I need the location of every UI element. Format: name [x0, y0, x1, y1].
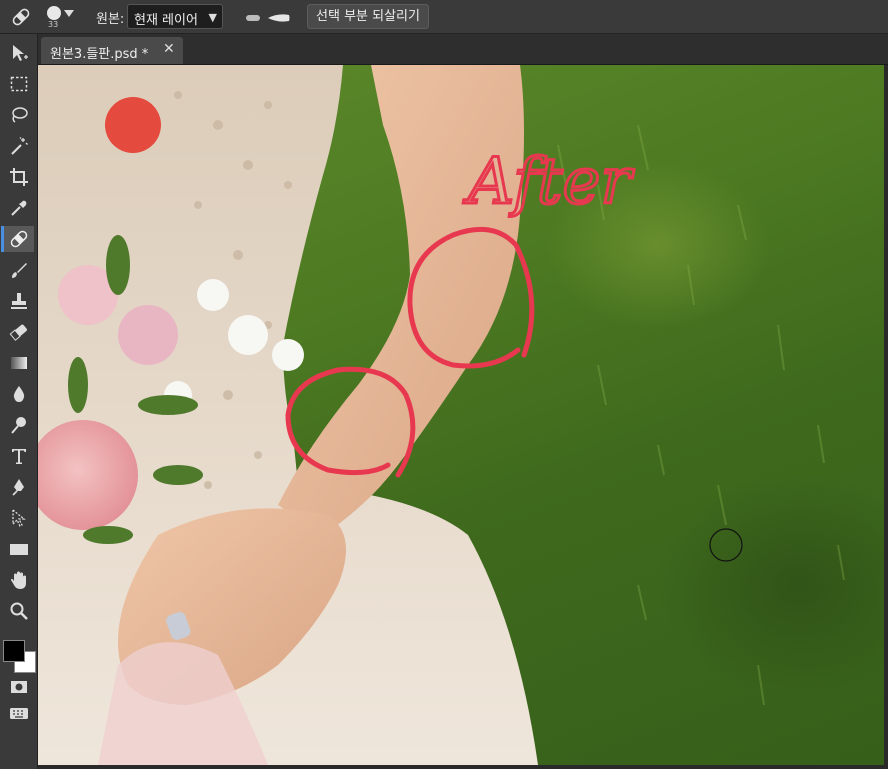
- rectangle-icon[interactable]: [4, 536, 34, 562]
- quick-mask-icon[interactable]: [4, 674, 34, 700]
- magic-wand-icon[interactable]: [4, 133, 34, 159]
- options-bar: 33 원본: 현재 레이어 ▼ 선택 부분 되살리기: [0, 0, 888, 34]
- dodge-icon[interactable]: [4, 412, 34, 438]
- tools-panel: [0, 34, 38, 769]
- keyboard-icon[interactable]: [4, 700, 34, 726]
- gradient-icon[interactable]: [4, 350, 34, 376]
- spot-healing-brush-icon[interactable]: [10, 6, 32, 28]
- lasso-icon[interactable]: [4, 102, 34, 128]
- move-icon[interactable]: [4, 40, 34, 66]
- source-select[interactable]: 현재 레이어 ▼: [127, 4, 223, 29]
- stamp-icon[interactable]: [4, 288, 34, 314]
- chevron-down-icon: [64, 10, 74, 17]
- restore-selection-button[interactable]: 선택 부분 되살리기: [307, 4, 429, 29]
- photo-artwork: After: [38, 65, 845, 765]
- document-canvas[interactable]: After: [38, 65, 884, 765]
- annotation-after-text: After: [463, 145, 634, 219]
- document-tabbar: 원본3.들판.psd * ✕: [38, 34, 888, 65]
- brush-size-value: 33: [48, 20, 59, 29]
- brush-preset-picker[interactable]: 33: [44, 4, 78, 30]
- brush-tip-icon: [47, 6, 61, 20]
- eraser-icon[interactable]: [4, 319, 34, 345]
- type-icon[interactable]: [4, 443, 34, 469]
- eyedropper-icon[interactable]: [4, 195, 34, 221]
- soft-brush-icon: [246, 15, 260, 21]
- close-icon[interactable]: ✕: [163, 41, 175, 57]
- bandage-icon[interactable]: [1, 226, 34, 252]
- hand-icon[interactable]: [4, 567, 34, 593]
- source-label: 원본:: [96, 12, 125, 27]
- chevron-down-icon: ▼: [208, 11, 217, 24]
- sample-mode-icons[interactable]: [242, 10, 292, 24]
- tab-document[interactable]: 원본3.들판.psd * ✕: [41, 37, 183, 64]
- source-select-value: 현재 레이어: [134, 13, 198, 28]
- crop-icon[interactable]: [4, 164, 34, 190]
- scrollbar-right[interactable]: [884, 65, 888, 765]
- brush-icon[interactable]: [4, 257, 34, 283]
- tab-document-title: 원본3.들판.psd *: [50, 47, 149, 62]
- marquee-icon[interactable]: [4, 71, 34, 97]
- zoom-icon[interactable]: [4, 598, 34, 624]
- foreground-color-swatch[interactable]: [3, 640, 25, 662]
- direct-select-icon[interactable]: [4, 505, 34, 531]
- drop-icon[interactable]: [4, 381, 34, 407]
- hard-brush-icon: [268, 14, 290, 22]
- pen-icon[interactable]: [4, 474, 34, 500]
- brush-cursor-icon: [709, 528, 743, 562]
- status-bar: [38, 765, 888, 769]
